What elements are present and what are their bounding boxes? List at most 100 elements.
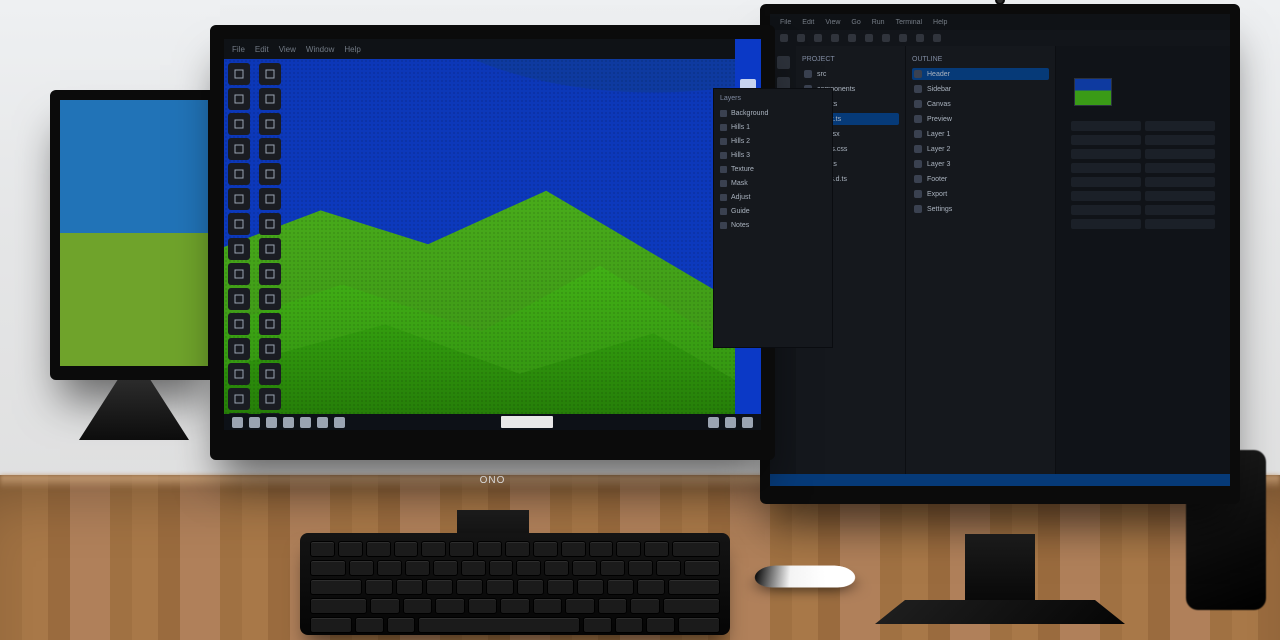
ide-toolbar-icon[interactable] bbox=[797, 34, 805, 42]
fg-tool-icon[interactable] bbox=[228, 363, 250, 385]
layer-row[interactable]: Background bbox=[720, 108, 826, 119]
ide-toolbar-icon[interactable] bbox=[848, 34, 856, 42]
ide-toolbar-icon[interactable] bbox=[831, 34, 839, 42]
layer-row[interactable]: Mask bbox=[720, 178, 826, 189]
layer-row[interactable]: Notes bbox=[720, 220, 826, 231]
ide-toolbar-icon[interactable] bbox=[899, 34, 907, 42]
property-cell[interactable] bbox=[1145, 121, 1215, 131]
tree-item[interactable]: Layer 3 bbox=[912, 158, 1049, 170]
tree-item[interactable]: Header bbox=[912, 68, 1049, 80]
path-tool-icon[interactable] bbox=[228, 263, 250, 285]
layer-row[interactable]: Adjust bbox=[720, 192, 826, 203]
ide-toolbar-icon[interactable] bbox=[865, 34, 873, 42]
tree-item[interactable]: Canvas bbox=[912, 98, 1049, 110]
grad-tool-icon[interactable] bbox=[228, 163, 250, 185]
ide-menu-help[interactable]: Help bbox=[933, 19, 947, 26]
tree-item[interactable]: Preview bbox=[912, 113, 1049, 125]
layer-row[interactable]: Hills 3 bbox=[720, 150, 826, 161]
floating-layers-panel[interactable]: Layers BackgroundHills 1Hills 2Hills 3Te… bbox=[713, 88, 833, 348]
app-menubar[interactable]: FileEditViewWindowHelp bbox=[224, 39, 761, 59]
clone-tool-icon[interactable] bbox=[259, 213, 281, 235]
ide-outline-panel[interactable]: OutlineHeaderSidebarCanvasPreviewLayer 1… bbox=[906, 46, 1056, 474]
tree-item[interactable]: Export bbox=[912, 188, 1049, 200]
text-tool-icon[interactable] bbox=[259, 163, 281, 185]
ide-toolbar-icon[interactable] bbox=[814, 34, 822, 42]
ide-toolbar[interactable] bbox=[770, 30, 1230, 46]
ide-menu-terminal[interactable]: Terminal bbox=[896, 19, 922, 26]
ide-toolbar-icon[interactable] bbox=[780, 34, 788, 42]
zoom-tool-icon[interactable] bbox=[228, 213, 250, 235]
brush-tool-icon[interactable] bbox=[259, 113, 281, 135]
property-cell[interactable] bbox=[1145, 205, 1215, 215]
tree-item[interactable]: src bbox=[802, 68, 899, 80]
heal-tool-icon[interactable] bbox=[228, 238, 250, 260]
rect-tool-icon[interactable] bbox=[228, 388, 250, 410]
menu-item-view[interactable]: View bbox=[279, 45, 296, 54]
ide-menu-go[interactable]: Go bbox=[851, 19, 860, 26]
property-cell[interactable] bbox=[1071, 121, 1141, 131]
move-tool-icon[interactable] bbox=[228, 63, 250, 85]
ide-window[interactable]: FileEditViewGoRunTerminalHelp Projectsrc… bbox=[770, 14, 1230, 486]
property-cell[interactable] bbox=[1071, 177, 1141, 187]
tree-item[interactable]: Footer bbox=[912, 173, 1049, 185]
property-cell[interactable] bbox=[1145, 219, 1215, 229]
tray-net-icon[interactable] bbox=[708, 417, 719, 428]
mask-tool-icon[interactable] bbox=[259, 263, 281, 285]
ide-editor-area[interactable] bbox=[1056, 46, 1230, 474]
property-cell[interactable] bbox=[1145, 177, 1215, 187]
ide-toolbar-icon[interactable] bbox=[933, 34, 941, 42]
toolbox[interactable] bbox=[228, 63, 286, 435]
tree-item[interactable]: Layer 2 bbox=[912, 143, 1049, 155]
hand-tool-icon[interactable] bbox=[259, 188, 281, 210]
layer-row[interactable]: Texture bbox=[720, 164, 826, 175]
ide-menubar[interactable]: FileEditViewGoRunTerminalHelp bbox=[770, 14, 1230, 30]
tree-item[interactable]: Sidebar bbox=[912, 83, 1049, 95]
ide-toolbar-icon[interactable] bbox=[882, 34, 890, 42]
ide-toolbar-icon[interactable] bbox=[916, 34, 924, 42]
layer-row[interactable]: Hills 2 bbox=[720, 136, 826, 147]
taskbar-explorer-icon[interactable] bbox=[283, 417, 294, 428]
layer-row[interactable]: Guide bbox=[720, 206, 826, 217]
ide-menu-edit[interactable]: Edit bbox=[802, 19, 814, 26]
taskbar-edge-icon[interactable] bbox=[334, 417, 345, 428]
property-cell[interactable] bbox=[1145, 163, 1215, 173]
property-cell[interactable] bbox=[1071, 149, 1141, 159]
burn-tool-icon[interactable] bbox=[259, 288, 281, 310]
dodge-tool-icon[interactable] bbox=[228, 288, 250, 310]
taskbar-start-icon[interactable] bbox=[232, 417, 243, 428]
tree-item[interactable]: Layer 1 bbox=[912, 128, 1049, 140]
menu-item-file[interactable]: File bbox=[232, 45, 245, 54]
property-cell[interactable] bbox=[1071, 191, 1141, 201]
blur-tool-icon[interactable] bbox=[228, 313, 250, 335]
property-cell[interactable] bbox=[1071, 135, 1141, 145]
menu-item-help[interactable]: Help bbox=[344, 45, 360, 54]
menu-item-edit[interactable]: Edit bbox=[255, 45, 269, 54]
taskbar[interactable] bbox=[224, 414, 761, 430]
property-cell[interactable] bbox=[1145, 191, 1215, 201]
tray-vol-icon[interactable] bbox=[725, 417, 736, 428]
eyedrop-tool-icon[interactable] bbox=[228, 113, 250, 135]
pen-tool-icon[interactable] bbox=[259, 238, 281, 260]
property-cell[interactable] bbox=[1071, 163, 1141, 173]
ide-status-bar[interactable] bbox=[770, 474, 1230, 486]
layer-row[interactable]: Hills 1 bbox=[720, 122, 826, 133]
taskbar-tasks-icon[interactable] bbox=[266, 417, 277, 428]
bg-tool-icon[interactable] bbox=[259, 363, 281, 385]
shape-tool-icon[interactable] bbox=[228, 188, 250, 210]
property-cell[interactable] bbox=[1145, 149, 1215, 159]
ide-menu-file[interactable]: File bbox=[780, 19, 791, 26]
image-thumbnail[interactable] bbox=[1074, 78, 1112, 106]
lasso-tool-icon[interactable] bbox=[228, 88, 250, 110]
tree-item[interactable]: Settings bbox=[912, 203, 1049, 215]
ide-menu-view[interactable]: View bbox=[825, 19, 840, 26]
taskbar-store-icon[interactable] bbox=[300, 417, 311, 428]
fill-tool-icon[interactable] bbox=[259, 138, 281, 160]
property-cell[interactable] bbox=[1145, 135, 1215, 145]
sharpen-tool-icon[interactable] bbox=[259, 313, 281, 335]
select-tool-icon[interactable] bbox=[259, 63, 281, 85]
ide-properties-grid[interactable] bbox=[1071, 121, 1215, 229]
smudge-tool-icon[interactable] bbox=[228, 338, 250, 360]
ellipse-tool-icon[interactable] bbox=[259, 388, 281, 410]
taskbar-window-cluster[interactable] bbox=[501, 416, 553, 428]
swap-tool-icon[interactable] bbox=[259, 338, 281, 360]
